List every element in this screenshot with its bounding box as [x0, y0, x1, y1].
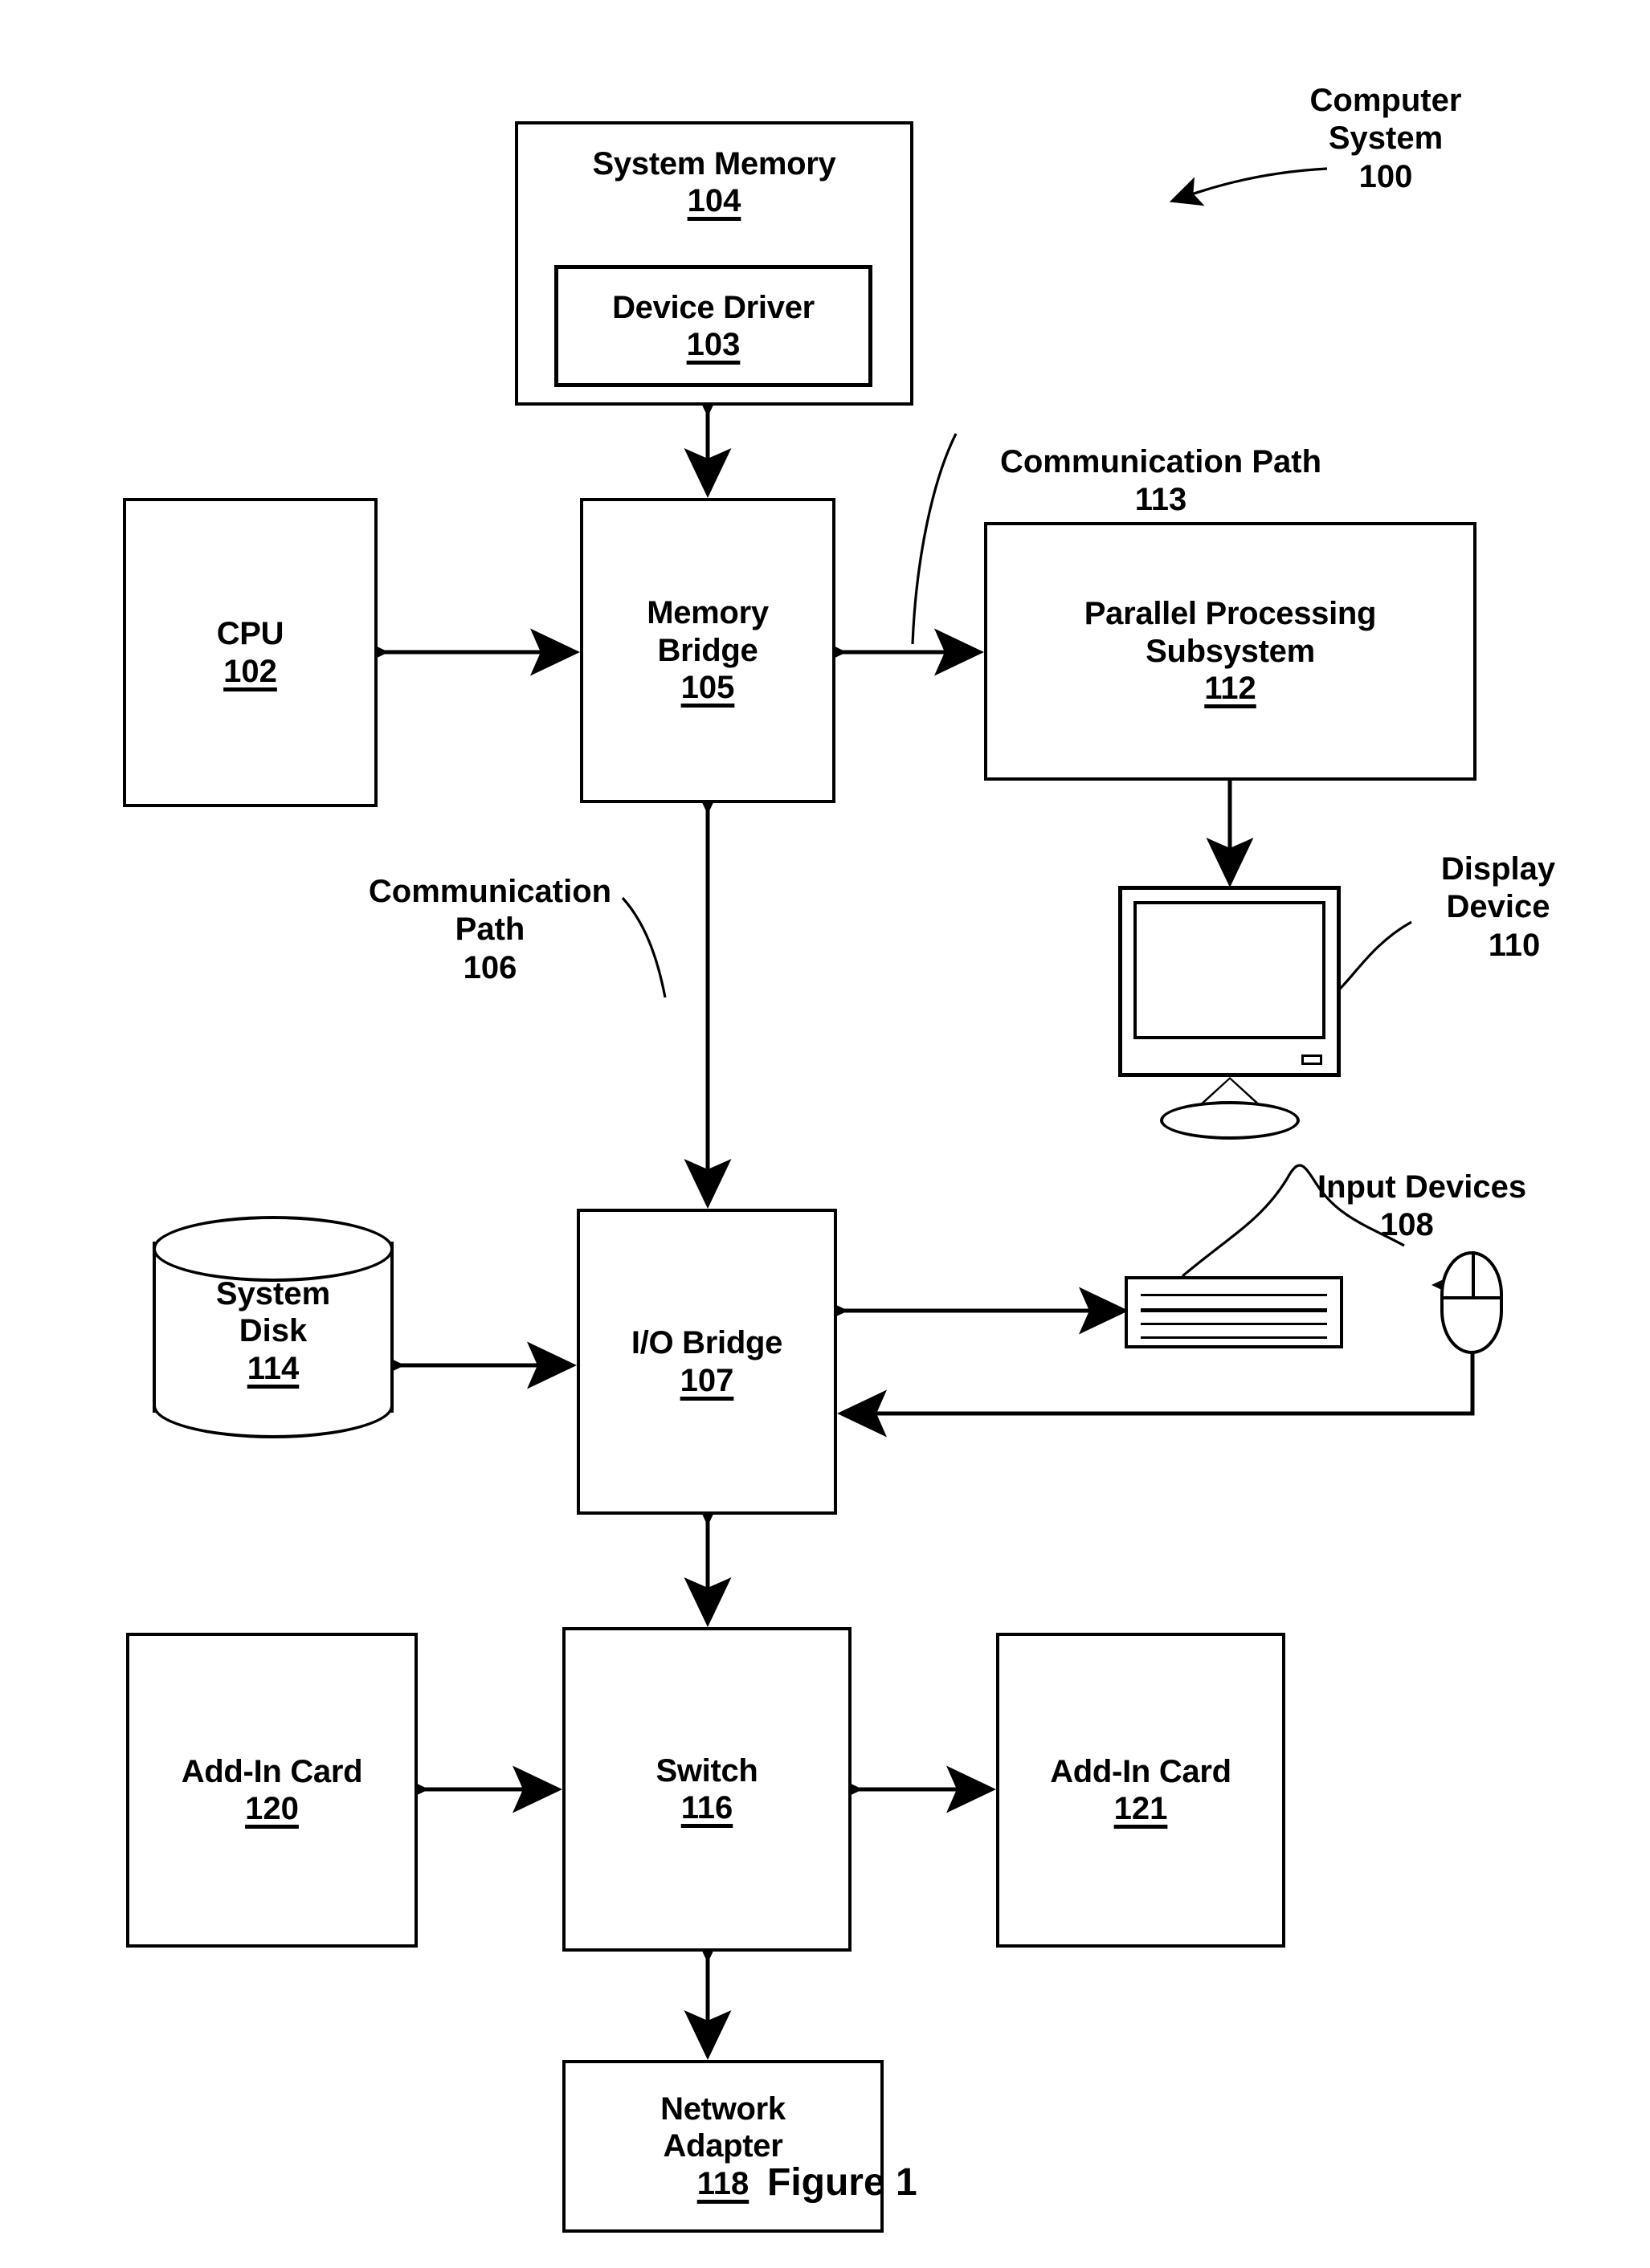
- system-disk-title: System Disk: [215, 1276, 331, 1349]
- display-device-number: 110: [1488, 927, 1541, 963]
- switch-number: 116: [680, 1790, 733, 1825]
- computer-system-number: 100: [1358, 158, 1413, 194]
- block-system-disk[interactable]: System Disk 114: [153, 1216, 394, 1438]
- pps-number: 112: [1204, 671, 1256, 707]
- keyboard-row-2: [1141, 1308, 1327, 1312]
- block-device-driver[interactable]: Device Driver 103: [554, 265, 872, 387]
- keyboard-row-1: [1141, 1294, 1327, 1296]
- system-memory-number: 104: [687, 183, 741, 219]
- communication-path-106-title: Communication Path: [368, 874, 612, 948]
- block-parallel-processing-subsystem[interactable]: Parallel Processing Subsystem 112: [984, 522, 1476, 781]
- figure-canvas: System Memory 104 Device Driver 103 CPU …: [0, 0, 1650, 2268]
- computer-system-title: Computer System: [1309, 83, 1462, 157]
- add-in-card-121-title: Add-In Card: [1050, 1753, 1231, 1789]
- switch-title: Switch: [656, 1752, 758, 1789]
- label-computer-system: Computer System 100: [1273, 44, 1498, 234]
- label-input-devices: Input Devices 108: [1317, 1131, 1639, 1283]
- system-disk-text: System Disk 114: [153, 1275, 394, 1387]
- device-driver-title: Device Driver: [612, 289, 815, 325]
- display-device-icon[interactable]: [1118, 886, 1341, 1143]
- cpu-title: CPU: [216, 616, 284, 652]
- figure-caption: Figure 1: [767, 2161, 917, 2204]
- monitor-screen: [1133, 901, 1325, 1039]
- memory-bridge-number: 105: [680, 670, 735, 706]
- cpu-number: 102: [223, 653, 277, 689]
- device-driver-number: 103: [686, 327, 741, 362]
- network-adapter-number: 118: [696, 2165, 749, 2201]
- block-add-in-card-120[interactable]: Add-In Card 120: [126, 1633, 418, 1948]
- io-bridge-title: I/O Bridge: [631, 1325, 783, 1361]
- monitor-base: [1159, 1101, 1300, 1140]
- communication-path-113-title: Communication Path: [999, 444, 1322, 480]
- monitor-bezel: [1118, 886, 1341, 1077]
- block-memory-bridge[interactable]: Memory Bridge 105: [580, 498, 835, 803]
- system-disk-top-ellipse: [153, 1216, 394, 1282]
- mouse-button-divider: [1440, 1296, 1503, 1300]
- network-adapter-title: Network Adapter: [660, 2091, 786, 2164]
- communication-path-106-number: 106: [463, 949, 517, 985]
- block-switch[interactable]: Switch 116: [562, 1627, 852, 1952]
- communication-path-113-number: 113: [1134, 482, 1187, 518]
- block-add-in-card-121[interactable]: Add-In Card 121: [996, 1633, 1285, 1948]
- pps-title: Parallel Processing Subsystem: [1084, 596, 1377, 669]
- input-devices-number: 108: [1380, 1207, 1434, 1243]
- label-communication-path-106: Communication Path 106: [317, 835, 663, 1025]
- block-io-bridge[interactable]: I/O Bridge 107: [577, 1209, 837, 1515]
- label-communication-path-113: Communication Path 113: [928, 406, 1394, 557]
- display-device-title: Display Device: [1440, 851, 1556, 925]
- add-in-card-120-number: 120: [245, 1791, 299, 1826]
- system-memory-title: System Memory: [592, 146, 836, 182]
- input-devices-title: Input Devices: [1317, 1169, 1527, 1205]
- label-display-device: Display Device 110: [1398, 813, 1599, 1002]
- add-in-card-121-number: 121: [1113, 1791, 1168, 1826]
- keyboard-icon[interactable]: [1125, 1276, 1343, 1348]
- memory-bridge-title: Memory Bridge: [647, 595, 769, 668]
- add-in-card-120-title: Add-In Card: [181, 1753, 363, 1789]
- io-bridge-number: 107: [680, 1362, 734, 1398]
- block-cpu[interactable]: CPU 102: [123, 498, 378, 807]
- block-network-adapter[interactable]: Network Adapter 118: [562, 2060, 884, 2233]
- keyboard-row-4: [1141, 1336, 1327, 1339]
- keyboard-row-3: [1141, 1323, 1327, 1325]
- system-disk-number: 114: [247, 1350, 300, 1386]
- monitor-power-led-icon: [1301, 1054, 1322, 1065]
